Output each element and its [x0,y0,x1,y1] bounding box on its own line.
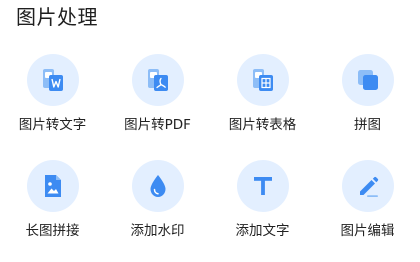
tool-icon-circle [26,54,79,106]
tool-add-text[interactable]: 添加文字 [210,156,315,262]
tool-icon-circle [131,54,184,106]
tool-icon-circle [236,160,289,212]
image-to-pdf-icon [147,69,168,91]
tool-image-edit[interactable]: 图片编辑 [315,156,420,262]
tool-icon-circle [341,160,394,212]
tool-label: 添加水印 [130,223,185,239]
tool-icon-circle [341,54,394,106]
tool-label: 拼图 [354,117,381,133]
tool-image-to-pdf[interactable]: 图片转PDF [105,50,210,156]
tool-label: 图片编辑 [340,223,395,239]
tool-add-watermark[interactable]: 添加水印 [105,156,210,262]
tool-collage[interactable]: 拼图 [315,50,420,156]
edit-pencil-icon [359,176,378,197]
tool-label: 图片转文字 [18,117,87,133]
tool-icon-circle [236,54,289,106]
long-image-stitch-icon [44,175,61,197]
tool-icon-circle [131,160,184,212]
text-t-icon [253,177,272,195]
section-title: 图片处理 [16,5,98,29]
watermark-drop-icon [150,175,165,197]
image-to-word-icon [42,69,63,91]
tool-label: 图片转PDF [124,117,191,133]
tool-long-image-stitch[interactable]: 长图拼接 [0,156,105,262]
tool-image-to-word[interactable]: 图片转文字 [0,50,105,156]
tools-grid: 图片转文字 图片转PDF 图片转表格 拼图 长图拼接 添加水印 添加文字 图片编… [0,50,420,262]
collage-icon [357,70,378,90]
tool-image-to-table[interactable]: 图片转表格 [210,50,315,156]
image-to-table-icon [252,69,273,91]
tool-label: 添加文字 [235,223,290,239]
tool-icon-circle [26,160,79,212]
tool-label: 长图拼接 [25,223,80,239]
tool-label: 图片转表格 [228,117,297,133]
